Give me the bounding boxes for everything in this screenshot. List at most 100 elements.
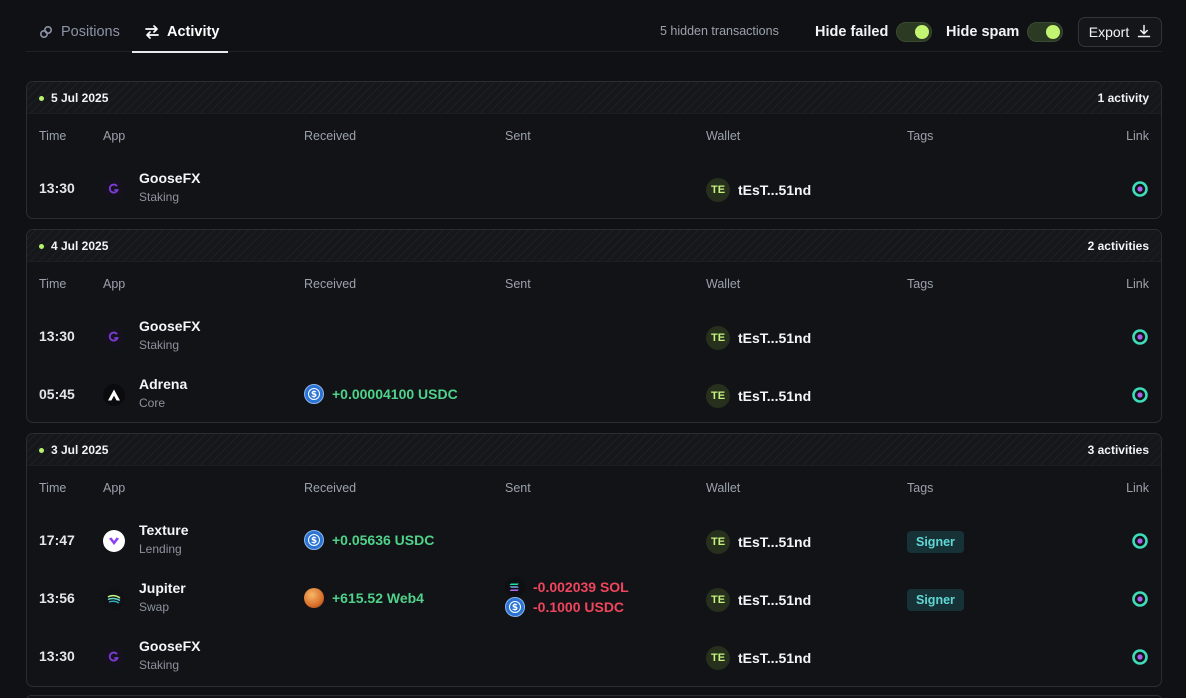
- app-name: Jupiter: [139, 580, 186, 596]
- group-header: 3 Jul 2025 3 activities: [27, 434, 1161, 466]
- usdc-icon: $: [505, 597, 525, 617]
- explorer-link-icon[interactable]: [1131, 328, 1149, 346]
- hide-failed-control: Hide failed: [815, 22, 933, 42]
- explorer-link-icon[interactable]: [1131, 532, 1149, 550]
- wallet[interactable]: TE tEsT...51nd: [706, 588, 811, 612]
- sent-line: $ -0.1000 USDC: [505, 597, 629, 617]
- col-tags: Tags: [907, 481, 934, 495]
- row-time: 05:45: [39, 386, 75, 402]
- export-button[interactable]: Export: [1078, 17, 1162, 47]
- app-category: Swap: [139, 600, 170, 614]
- group-count: 1 activity: [1097, 91, 1149, 105]
- hide-failed-toggle[interactable]: [896, 22, 933, 42]
- tag-badge: Signer: [907, 531, 964, 553]
- wallet[interactable]: TE tEsT...51nd: [706, 646, 811, 670]
- download-icon: [1137, 24, 1151, 41]
- col-wallet: Wallet: [706, 277, 741, 291]
- wallet-address: tEsT...51nd: [738, 650, 812, 666]
- link-chain-icon: [38, 24, 54, 40]
- explorer-link-icon[interactable]: [1131, 386, 1149, 404]
- activity-group: 5 Jul 2025 1 activity Time App Received …: [26, 81, 1162, 219]
- tab-activity[interactable]: Activity: [132, 12, 228, 53]
- adrena-icon: [103, 384, 125, 406]
- tag-badge: Signer: [907, 589, 964, 611]
- hide-spam-toggle[interactable]: [1027, 22, 1064, 42]
- row-time: 13:30: [39, 180, 75, 196]
- activity-group: 3 Jul 2025 3 activities Time App Receive…: [26, 433, 1162, 687]
- group-count: 2 activities: [1087, 239, 1149, 253]
- group-status-dot: [39, 244, 44, 249]
- swap-arrows-icon: [144, 24, 160, 40]
- col-app: App: [103, 277, 126, 291]
- sent-amounts: -0.002039 SOL $ -0.1000 USDC: [505, 577, 629, 617]
- col-wallet: Wallet: [706, 481, 741, 495]
- wallet-address: tEsT...51nd: [738, 182, 812, 198]
- app-name: Texture: [139, 522, 189, 538]
- row-time: 13:30: [39, 648, 75, 664]
- col-received: Received: [304, 277, 357, 291]
- svg-text:$: $: [311, 536, 317, 546]
- explorer-link-icon[interactable]: [1131, 648, 1149, 666]
- texture-icon: [103, 530, 125, 552]
- row-time: 17:47: [39, 532, 75, 548]
- goosefx-icon: [103, 646, 125, 668]
- table-row[interactable]: 17:47 Texture Lending $ +0.05636 USDC TE…: [27, 512, 1161, 570]
- wallet-avatar: TE: [706, 646, 730, 670]
- row-time: 13:56: [39, 590, 75, 606]
- col-tags: Tags: [907, 277, 934, 291]
- table-row[interactable]: 13:56 Jupiter Swap +615.52 Web4 -0.00203…: [27, 570, 1161, 628]
- col-sent: Sent: [505, 481, 531, 495]
- app-name: Adrena: [139, 376, 188, 392]
- col-tags: Tags: [907, 129, 934, 143]
- svg-text:$: $: [311, 390, 317, 400]
- export-label: Export: [1088, 24, 1130, 40]
- row-time: 13:30: [39, 328, 75, 344]
- hidden-transactions-count[interactable]: 5 hidden transactions: [660, 24, 779, 38]
- table-row[interactable]: 13:30 GooseFX Staking TE tEsT...51nd: [27, 160, 1161, 218]
- app-name: GooseFX: [139, 318, 201, 334]
- tab-activity-label: Activity: [167, 24, 220, 40]
- hide-failed-label: Hide failed: [815, 24, 889, 40]
- wallet[interactable]: TE tEsT...51nd: [706, 178, 811, 202]
- col-sent: Sent: [505, 277, 531, 291]
- wallet-avatar: TE: [706, 178, 730, 202]
- explorer-link-icon[interactable]: [1131, 590, 1149, 608]
- table-row[interactable]: 13:30 GooseFX Staking TE tEsT...51nd: [27, 628, 1161, 686]
- table-row[interactable]: 05:45 Adrena Core $ +0.00004100 USDC TE …: [27, 366, 1161, 422]
- app-name: GooseFX: [139, 170, 201, 186]
- usdc-icon: $: [304, 530, 324, 550]
- wallet-avatar: TE: [706, 530, 730, 554]
- top-bar: Positions Activity 5 hidden transactions…: [26, 12, 1162, 53]
- svg-text:$: $: [512, 603, 518, 613]
- tab-positions-label: Positions: [61, 24, 120, 40]
- wallet[interactable]: TE tEsT...51nd: [706, 384, 811, 408]
- sent-value: -0.002039 SOL: [533, 579, 629, 595]
- app-category: Staking: [139, 190, 180, 204]
- sent-line: -0.002039 SOL: [505, 577, 629, 597]
- toggle-knob: [1046, 25, 1061, 39]
- col-app: App: [103, 129, 126, 143]
- explorer-link-icon[interactable]: [1131, 180, 1149, 198]
- group-date: 3 Jul 2025: [51, 443, 109, 457]
- col-sent: Sent: [505, 129, 531, 143]
- activity-group: 4 Jul 2025 2 activities Time App Receive…: [26, 229, 1162, 423]
- col-wallet: Wallet: [706, 129, 741, 143]
- received-value: +0.00004100 USDC: [332, 386, 458, 402]
- web4-icon: [304, 588, 324, 608]
- col-time: Time: [39, 129, 67, 143]
- wallet-avatar: TE: [706, 326, 730, 350]
- col-time: Time: [39, 481, 67, 495]
- group-header: 4 Jul 2025 2 activities: [27, 230, 1161, 262]
- col-app: App: [103, 481, 126, 495]
- group-date: 4 Jul 2025: [51, 239, 109, 253]
- wallet[interactable]: TE tEsT...51nd: [706, 326, 811, 350]
- received-amount: +615.52 Web4: [304, 588, 424, 608]
- sent-value: -0.1000 USDC: [533, 599, 625, 615]
- group-header: 5 Jul 2025 1 activity: [27, 82, 1161, 114]
- col-link: Link: [1126, 129, 1149, 143]
- received-value: +0.05636 USDC: [332, 532, 435, 548]
- table-row[interactable]: 13:30 GooseFX Staking TE tEsT...51nd: [27, 308, 1161, 366]
- wallet[interactable]: TE tEsT...51nd: [706, 530, 811, 554]
- tab-positions[interactable]: Positions: [38, 12, 120, 52]
- wallet-address: tEsT...51nd: [738, 534, 812, 550]
